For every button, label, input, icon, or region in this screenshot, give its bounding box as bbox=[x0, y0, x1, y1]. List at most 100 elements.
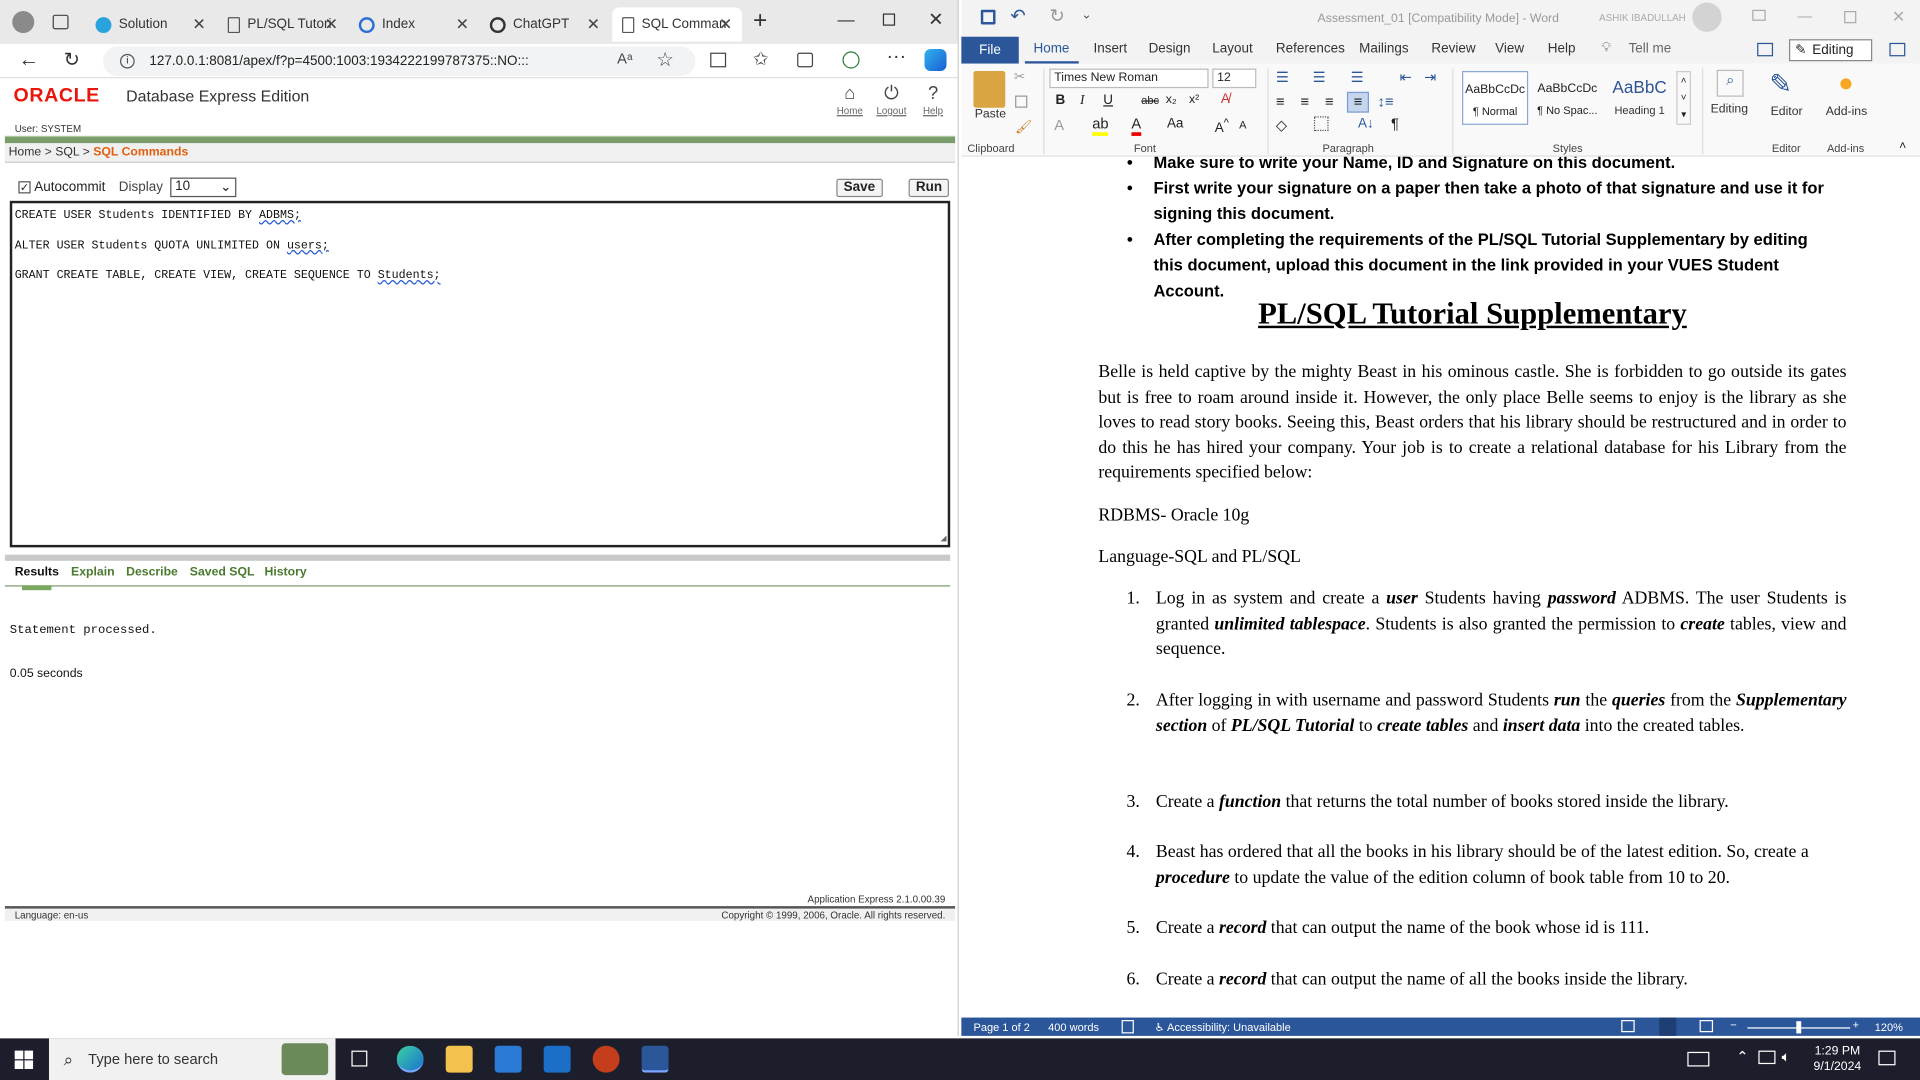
tab-plsql-tutorial[interactable]: PL/SQL Tutori ✕ bbox=[218, 7, 348, 41]
comments-icon[interactable] bbox=[1757, 42, 1774, 57]
logout-link[interactable]: ⏻ Logout bbox=[872, 83, 911, 116]
proofing-icon[interactable] bbox=[1121, 1020, 1134, 1034]
print-layout-icon[interactable] bbox=[1659, 1017, 1677, 1036]
tab-view[interactable]: View bbox=[1495, 42, 1524, 57]
copilot-icon[interactable] bbox=[924, 48, 947, 72]
cut-icon[interactable]: ✂ bbox=[1014, 69, 1025, 85]
maximize-icon[interactable] bbox=[1844, 11, 1857, 24]
file-explorer-icon[interactable] bbox=[445, 1045, 473, 1073]
powerpoint-icon[interactable] bbox=[592, 1045, 620, 1073]
profile-icon[interactable] bbox=[12, 11, 35, 34]
zoom-level[interactable]: 120% bbox=[1875, 1021, 1903, 1033]
tab-describe[interactable]: Describe bbox=[126, 566, 178, 579]
system-clock[interactable]: 1:29 PM 9/1/2024 bbox=[1814, 1043, 1862, 1075]
tab-index[interactable]: Index ✕ bbox=[349, 7, 479, 41]
tab-home[interactable]: Home bbox=[1033, 42, 1069, 57]
favorites-icon[interactable]: ✩ bbox=[753, 48, 768, 70]
clear-formatting-icon[interactable]: A̸ bbox=[1221, 92, 1230, 107]
back-icon[interactable]: ← bbox=[18, 48, 39, 72]
page-count[interactable]: Page 1 of 2 bbox=[973, 1021, 1029, 1033]
strikethrough-icon[interactable]: abc bbox=[1141, 94, 1159, 106]
tab-results[interactable]: Results bbox=[15, 566, 59, 579]
favorite-star-icon[interactable]: ☆ bbox=[656, 48, 674, 72]
sql-editor[interactable]: CREATE USER Students IDENTIFIED BY ADBMS… bbox=[9, 200, 951, 548]
tab-saved-sql[interactable]: Saved SQL bbox=[190, 566, 255, 579]
volume-icon[interactable]: 🔈︎ bbox=[1782, 1048, 1791, 1066]
style-no-spacing[interactable]: AaBbCcDc ¶ No Spac... bbox=[1534, 71, 1600, 125]
split-screen-icon[interactable] bbox=[710, 52, 727, 68]
task-view-icon[interactable] bbox=[351, 1050, 368, 1067]
bullets-icon[interactable]: ☰ bbox=[1276, 69, 1289, 86]
info-icon[interactable]: i bbox=[120, 53, 135, 69]
tell-me-field[interactable]: Tell me bbox=[1629, 42, 1672, 57]
tab-review[interactable]: Review bbox=[1431, 42, 1475, 57]
close-icon[interactable]: ✕ bbox=[719, 15, 732, 35]
tab-history[interactable]: History bbox=[264, 566, 306, 579]
collapse-ribbon-icon[interactable]: ˄ bbox=[1899, 140, 1906, 153]
help-link[interactable]: ? Help bbox=[913, 83, 952, 116]
text-effects-icon[interactable]: A bbox=[1054, 116, 1064, 133]
document-page[interactable]: Make sure to write your Name, ID and Sig… bbox=[1098, 157, 1846, 1018]
avatar[interactable] bbox=[1692, 2, 1722, 32]
zoom-out-icon[interactable]: − bbox=[1730, 1019, 1736, 1031]
paste-button[interactable] bbox=[973, 71, 1006, 108]
align-left-icon[interactable]: ≡ bbox=[1276, 93, 1285, 110]
browser-essentials-icon[interactable] bbox=[842, 51, 860, 69]
close-window-icon[interactable]: ✕ bbox=[1892, 7, 1905, 27]
word-count[interactable]: 400 words bbox=[1048, 1021, 1099, 1033]
breadcrumb-sql[interactable]: SQL bbox=[55, 146, 79, 159]
resize-handle-icon[interactable]: ◢ bbox=[941, 533, 947, 545]
align-right-icon[interactable]: ≡ bbox=[1325, 93, 1334, 110]
style-normal[interactable]: AaBbCcDc ¶ Normal bbox=[1462, 71, 1529, 125]
tab-design[interactable]: Design bbox=[1149, 42, 1191, 57]
style-heading-1[interactable]: AaBbC Heading 1 bbox=[1607, 71, 1673, 125]
format-painter-icon[interactable]: 🖌︎ bbox=[1015, 119, 1032, 135]
grow-font-icon[interactable]: A^ bbox=[1215, 116, 1229, 135]
more-menu-icon[interactable]: ··· bbox=[887, 47, 907, 69]
close-icon[interactable]: ✕ bbox=[456, 15, 469, 35]
borders-icon[interactable] bbox=[1313, 116, 1329, 132]
customize-qat-icon[interactable]: ⌄ bbox=[1081, 9, 1091, 22]
shading-icon[interactable]: ◇ bbox=[1276, 116, 1287, 133]
start-icon[interactable] bbox=[14, 1050, 34, 1069]
editor-button[interactable]: Editor bbox=[1771, 105, 1803, 118]
highlight-icon[interactable]: ab bbox=[1092, 115, 1109, 136]
editor-icon[interactable]: ✎ bbox=[1769, 69, 1792, 101]
close-window-icon[interactable]: ✕ bbox=[928, 9, 943, 31]
subscript-icon[interactable]: x₂ bbox=[1166, 93, 1177, 106]
tab-solution[interactable]: Solution ✕ bbox=[86, 7, 216, 41]
read-aloud-icon[interactable]: Aᵃ bbox=[617, 50, 632, 67]
justify-icon[interactable]: ≡ bbox=[1346, 91, 1369, 113]
tab-help[interactable]: Help bbox=[1548, 42, 1576, 57]
tab-sql-commands[interactable]: SQL Comman ✕ bbox=[612, 7, 743, 42]
maximize-icon[interactable] bbox=[882, 13, 896, 26]
notifications-icon[interactable] bbox=[1878, 1050, 1896, 1066]
editing-mode-button[interactable]: ✎ Editing bbox=[1788, 39, 1873, 62]
tab-file[interactable]: File bbox=[961, 36, 1019, 64]
sort-icon[interactable]: A↓ bbox=[1358, 116, 1374, 131]
close-icon[interactable]: ✕ bbox=[325, 15, 338, 35]
tab-actions-icon[interactable] bbox=[52, 14, 69, 30]
line-spacing-icon[interactable]: ↕≡ bbox=[1378, 93, 1394, 110]
tab-layout[interactable]: Layout bbox=[1212, 42, 1252, 57]
styles-scroll[interactable]: ˄ ˅ ▾ bbox=[1676, 71, 1692, 125]
minimize-icon[interactable]: — bbox=[1798, 7, 1813, 24]
undo-icon[interactable]: ↶ bbox=[1010, 5, 1025, 27]
editing-button[interactable]: Editing bbox=[1711, 103, 1748, 116]
addins-icon[interactable] bbox=[1840, 78, 1852, 90]
breadcrumb-home[interactable]: Home bbox=[9, 146, 42, 159]
tab-insert[interactable]: Insert bbox=[1093, 42, 1127, 57]
close-icon[interactable]: ✕ bbox=[587, 15, 600, 35]
underline-icon[interactable]: U bbox=[1103, 93, 1113, 108]
tab-chatgpt[interactable]: ChatGPT ✕ bbox=[480, 7, 610, 41]
increase-indent-icon[interactable]: ⇥ bbox=[1424, 69, 1436, 86]
tab-references[interactable]: References bbox=[1276, 42, 1345, 57]
numbering-icon[interactable]: ☰ bbox=[1313, 69, 1326, 86]
taskbar-search[interactable]: ⌕ Type here to search bbox=[48, 1038, 336, 1080]
superscript-icon[interactable]: x² bbox=[1189, 93, 1199, 106]
web-layout-icon[interactable] bbox=[1699, 1020, 1714, 1033]
home-link[interactable]: ⌂ Home bbox=[830, 83, 869, 116]
addins-button[interactable]: Add-ins bbox=[1826, 105, 1868, 118]
share-icon[interactable] bbox=[1889, 42, 1906, 57]
tab-explain[interactable]: Explain bbox=[71, 566, 115, 579]
